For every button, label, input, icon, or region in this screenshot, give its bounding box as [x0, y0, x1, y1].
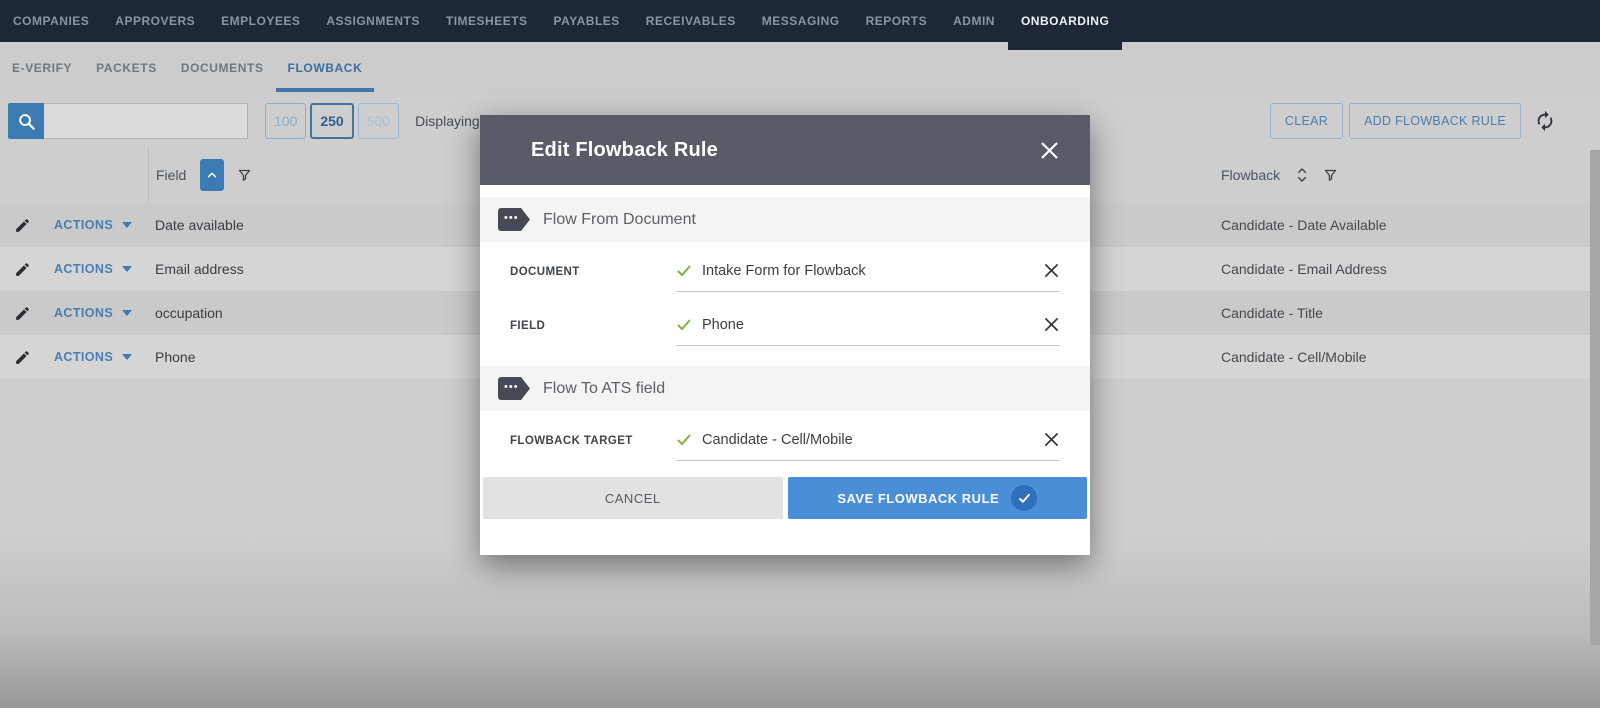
valid-check-icon [676, 317, 692, 333]
onboarding-sub-navigation: E-VERIFY PACKETS DOCUMENTS FLOWBACK [0, 42, 1600, 95]
section-flow-to-ats-field: ••• Flow To ATS field [480, 366, 1090, 411]
vertical-scrollbar[interactable] [1590, 150, 1600, 645]
field-sort-asc-button[interactable] [200, 159, 224, 191]
actions-dropdown[interactable]: ACTIONS [44, 306, 148, 320]
clear-flowback-target-icon[interactable] [1043, 431, 1060, 448]
add-flowback-rule-button[interactable]: ADD FLOWBACK RULE [1349, 103, 1521, 139]
caret-down-icon [122, 266, 132, 272]
search-icon [17, 112, 36, 131]
document-field-row: DOCUMENT Intake Form for Flowback [480, 262, 1090, 292]
row-flowback-value: Candidate - Title [1216, 305, 1600, 321]
section-title: Flow From Document [543, 211, 696, 229]
flowback-sort-icon[interactable] [1294, 166, 1310, 184]
edit-pencil-icon[interactable] [0, 261, 44, 278]
nav-approvers[interactable]: APPROVERS [102, 0, 208, 42]
document-input[interactable]: Intake Form for Flowback [676, 262, 1060, 292]
actions-label: ACTIONS [54, 350, 113, 364]
nav-receivables[interactable]: RECEIVABLES [633, 0, 749, 42]
check-circle-icon [1011, 485, 1037, 511]
caret-down-icon [122, 310, 132, 316]
cancel-button[interactable]: CANCEL [483, 477, 783, 519]
flowback-target-row: FLOWBACK TARGET Candidate - Cell/Mobile [480, 431, 1090, 461]
refresh-icon[interactable] [1534, 110, 1556, 132]
modal-header: Edit Flowback Rule [480, 115, 1090, 185]
nav-timesheets[interactable]: TIMESHEETS [433, 0, 541, 42]
nav-reports[interactable]: REPORTS [853, 0, 941, 42]
page-size-500[interactable]: 500 [358, 103, 399, 139]
tag-icon: ••• [498, 377, 530, 400]
tag-icon: ••• [498, 208, 530, 231]
tab-packets[interactable]: PACKETS [84, 42, 169, 95]
nav-messaging[interactable]: MESSAGING [749, 0, 853, 42]
edit-pencil-icon[interactable] [0, 305, 44, 322]
actions-label: ACTIONS [54, 218, 113, 232]
actions-dropdown[interactable]: ACTIONS [44, 350, 148, 364]
flowback-column-title: Flowback [1221, 167, 1280, 183]
row-flowback-value: Candidate - Date Available [1216, 217, 1600, 233]
page-size-group: 100 250 500 [265, 103, 399, 139]
page-size-250[interactable]: 250 [310, 103, 353, 139]
field-label: FIELD [510, 316, 676, 332]
search-input[interactable] [44, 103, 248, 139]
field-column-title: Field [156, 167, 186, 183]
field-filter-icon[interactable] [237, 168, 252, 183]
document-label: DOCUMENT [510, 262, 676, 278]
field-field-row: FIELD Phone [480, 316, 1090, 346]
flowback-column-header: Flowback [1216, 147, 1600, 203]
caret-down-icon [122, 354, 132, 360]
nav-admin[interactable]: ADMIN [940, 0, 1008, 42]
valid-check-icon [676, 432, 692, 448]
section-title: Flow To ATS field [543, 380, 665, 398]
actions-label: ACTIONS [54, 306, 113, 320]
flowback-target-value: Candidate - Cell/Mobile [702, 432, 1033, 448]
section-flow-from-document: ••• Flow From Document [480, 197, 1090, 242]
search-button[interactable] [8, 103, 44, 139]
caret-down-icon [122, 222, 132, 228]
field-value: Phone [702, 317, 1033, 333]
edit-pencil-icon[interactable] [0, 349, 44, 366]
page-size-100[interactable]: 100 [265, 103, 306, 139]
edit-flowback-rule-modal: Edit Flowback Rule ••• Flow From Documen… [480, 115, 1090, 555]
edit-pencil-icon[interactable] [0, 217, 44, 234]
chevron-up-icon [205, 168, 219, 182]
flowback-filter-icon[interactable] [1323, 168, 1338, 183]
nav-employees[interactable]: EMPLOYEES [208, 0, 313, 42]
tab-documents[interactable]: DOCUMENTS [169, 42, 276, 95]
field-input[interactable]: Phone [676, 316, 1060, 346]
nav-payables[interactable]: PAYABLES [541, 0, 633, 42]
save-button-label: SAVE FLOWBACK RULE [837, 491, 999, 506]
actions-label: ACTIONS [54, 262, 113, 276]
row-flowback-value: Candidate - Cell/Mobile [1216, 349, 1600, 365]
nav-companies[interactable]: COMPANIES [0, 0, 102, 42]
nav-assignments[interactable]: ASSIGNMENTS [313, 0, 433, 42]
top-navigation: COMPANIES APPROVERS EMPLOYEES ASSIGNMENT… [0, 0, 1600, 42]
toolbar-right-group: CLEAR ADD FLOWBACK RULE [1270, 103, 1556, 139]
clear-field-icon[interactable] [1043, 316, 1060, 333]
tab-flowback[interactable]: FLOWBACK [276, 42, 375, 95]
clear-document-icon[interactable] [1043, 262, 1060, 279]
modal-title: Edit Flowback Rule [531, 139, 718, 162]
flowback-target-label: FLOWBACK TARGET [510, 431, 676, 447]
actions-dropdown[interactable]: ACTIONS [44, 262, 148, 276]
flowback-target-input[interactable]: Candidate - Cell/Mobile [676, 431, 1060, 461]
close-icon[interactable] [1037, 138, 1062, 163]
row-flowback-value: Candidate - Email Address [1216, 261, 1600, 277]
nav-onboarding[interactable]: ONBOARDING [1008, 0, 1122, 42]
save-flowback-rule-button[interactable]: SAVE FLOWBACK RULE [788, 477, 1088, 519]
document-value: Intake Form for Flowback [702, 263, 1033, 279]
clear-button[interactable]: CLEAR [1270, 103, 1343, 139]
valid-check-icon [676, 263, 692, 279]
tab-e-verify[interactable]: E-VERIFY [0, 42, 84, 95]
modal-footer: CANCEL SAVE FLOWBACK RULE [480, 477, 1090, 519]
actions-dropdown[interactable]: ACTIONS [44, 218, 148, 232]
